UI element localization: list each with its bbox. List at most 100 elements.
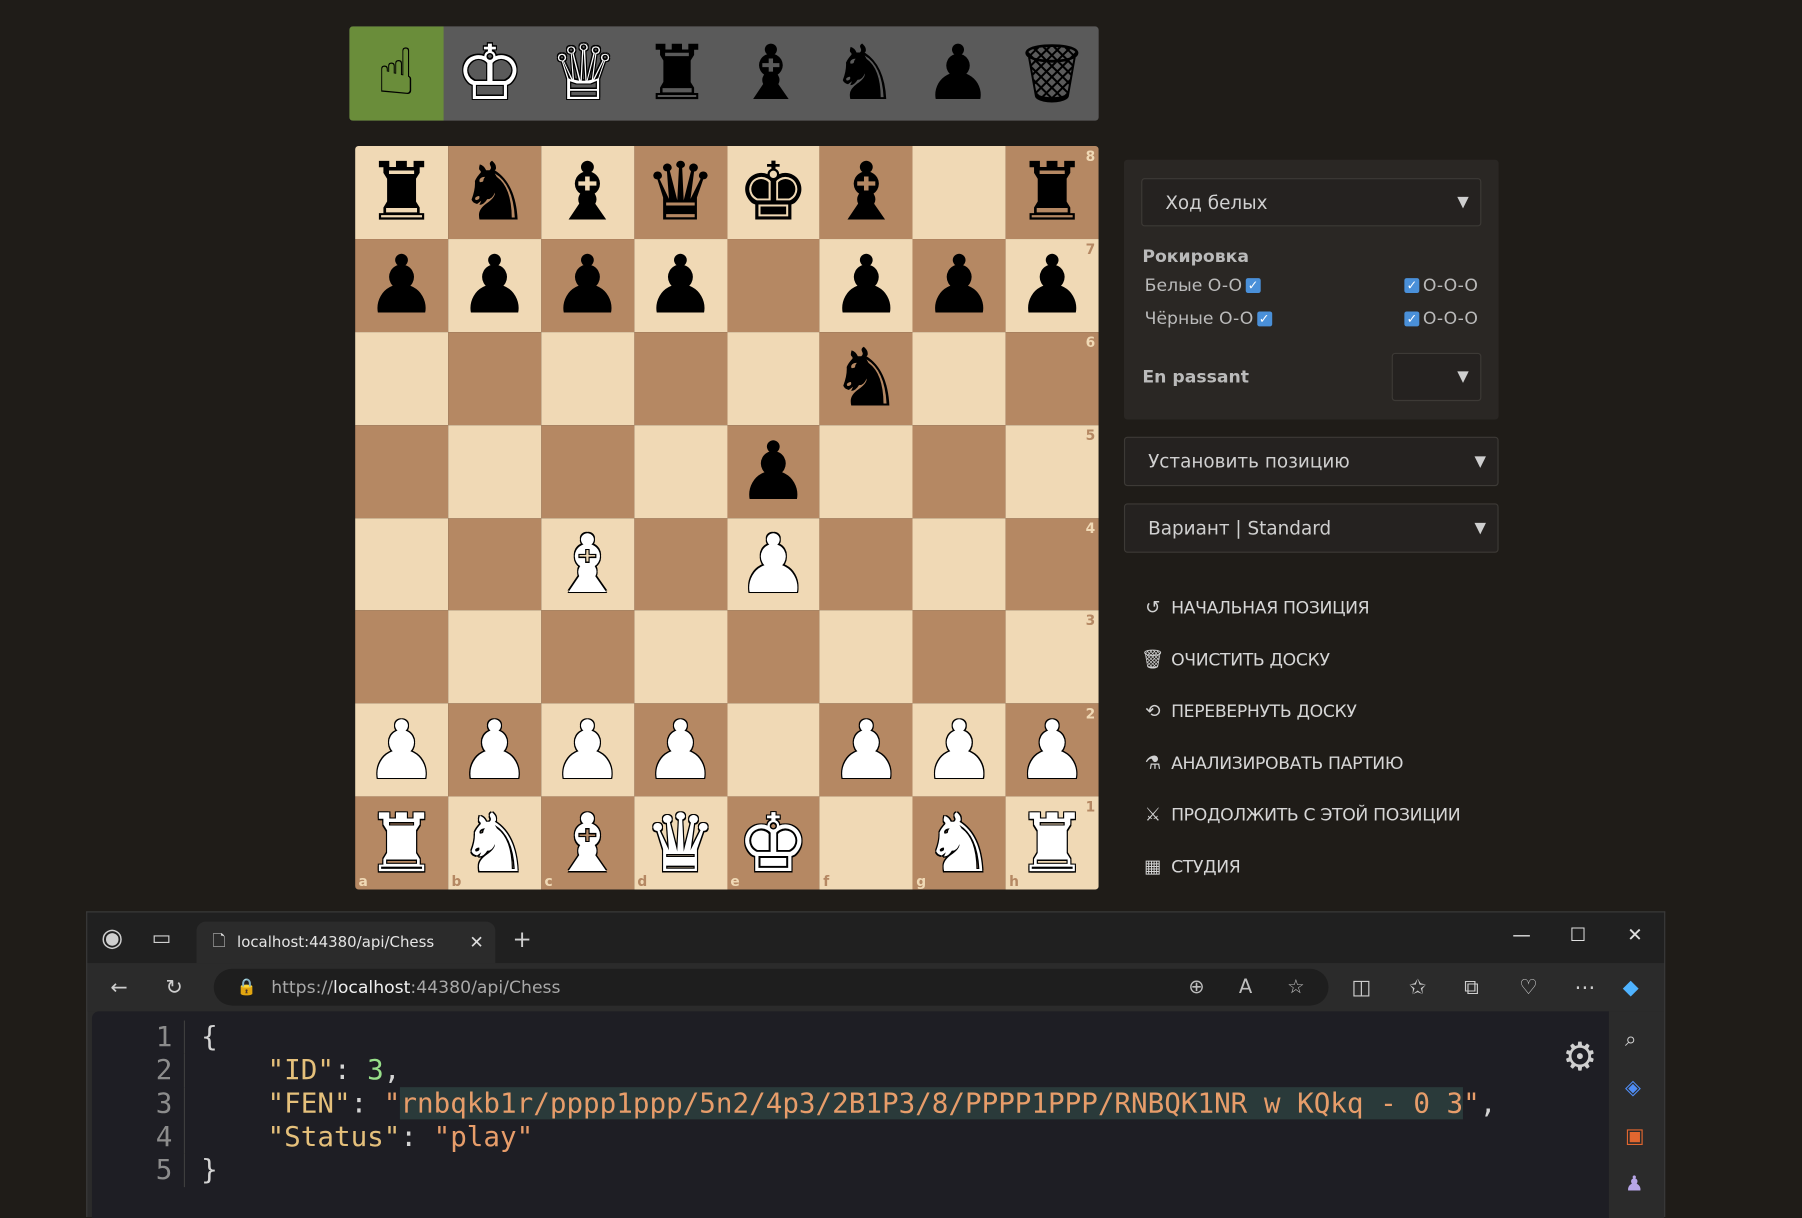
black-pawn-piece[interactable]: ♟: [366, 245, 438, 325]
read-aloud-icon[interactable]: A: [1239, 976, 1252, 999]
black-oo-checkbox[interactable]: ✓: [1256, 310, 1272, 326]
square-h6[interactable]: 6: [1005, 331, 1099, 425]
white-rook-piece[interactable]: ♜: [1016, 803, 1088, 883]
url-input[interactable]: 🔒 https://localhost:44380/api/Chess ⊕ A …: [213, 968, 1329, 1006]
black-pawn-piece[interactable]: ♟: [830, 245, 902, 325]
square-c5[interactable]: [541, 424, 634, 518]
white-king-piece[interactable]: ♚: [737, 803, 809, 883]
square-g5[interactable]: [912, 424, 1006, 518]
close-window-icon[interactable]: ✕: [1627, 924, 1642, 946]
queen-tool[interactable]: ♕: [537, 26, 631, 120]
square-f3[interactable]: [819, 610, 913, 704]
square-a5[interactable]: [355, 424, 449, 518]
square-h5[interactable]: 5: [1005, 424, 1099, 518]
square-e8[interactable]: ♚: [726, 145, 820, 239]
white-pawn-piece[interactable]: ♟: [1016, 710, 1088, 790]
square-g2[interactable]: ♟: [912, 703, 1006, 797]
more-icon[interactable]: ⋯: [1574, 976, 1595, 1000]
square-g8[interactable]: [912, 145, 1006, 239]
square-h1[interactable]: ♜ 1 h: [1005, 796, 1099, 890]
black-pawn-piece[interactable]: ♟: [1016, 245, 1088, 325]
square-g1[interactable]: ♞ g: [912, 796, 1006, 890]
square-b8[interactable]: ♞: [448, 145, 541, 239]
square-d5[interactable]: [633, 424, 727, 518]
square-f5[interactable]: [819, 424, 913, 518]
action-flip-board[interactable]: ⟲ ПЕРЕВЕРНУТЬ ДОСКУ: [1141, 685, 1460, 737]
square-b5[interactable]: [448, 424, 541, 518]
black-pawn-piece[interactable]: ♟: [737, 431, 809, 511]
square-d4[interactable]: [633, 517, 727, 611]
square-h8[interactable]: ♜ 8: [1005, 145, 1099, 239]
black-king-piece[interactable]: ♚: [737, 152, 809, 232]
square-f6[interactable]: ♞: [819, 331, 913, 425]
square-d7[interactable]: ♟: [633, 238, 727, 332]
browser-essentials-icon[interactable]: ♡: [1519, 976, 1538, 1000]
new-tab-icon[interactable]: +: [513, 925, 532, 953]
white-pawn-piece[interactable]: ♟: [644, 710, 716, 790]
search-icon[interactable]: ⌕: [1625, 1027, 1637, 1051]
square-b6[interactable]: [448, 331, 541, 425]
black-rook-piece[interactable]: ♜: [1016, 152, 1088, 232]
square-c2[interactable]: ♟: [541, 703, 634, 797]
black-knight-piece[interactable]: ♞: [458, 152, 530, 232]
square-g7[interactable]: ♟: [912, 238, 1006, 332]
square-a1[interactable]: ♜ a: [355, 796, 449, 890]
white-pawn-piece[interactable]: ♟: [458, 710, 530, 790]
chess-board[interactable]: ♜ ♞ ♝ ♛ ♚ ♝ ♜ 8 ♟ ♟ ♟ ♟ ♟ ♟ ♟ 7 ♞ 6 ♟ 5 ♝ ♟ 4 3 ♟ ♟ ♟ ♟ ♟ ♟ ♟ 2 ♜ a ♞ b ♝ c ♛ d…: [355, 145, 1099, 890]
square-f8[interactable]: ♝: [819, 145, 913, 239]
close-icon[interactable]: ✕: [469, 932, 483, 953]
turn-select[interactable]: Ход белых ▼: [1141, 178, 1482, 227]
minimize-icon[interactable]: —: [1512, 924, 1530, 946]
action-continue-from-position[interactable]: ⚔ ПРОДОЛЖИТЬ С ЭТОЙ ПОЗИЦИИ: [1141, 788, 1461, 840]
square-d6[interactable]: [633, 331, 727, 425]
square-c1[interactable]: ♝ c: [541, 796, 634, 890]
black-rook-piece[interactable]: ♜: [366, 152, 438, 232]
maximize-icon[interactable]: ☐: [1570, 924, 1586, 946]
square-e1[interactable]: ♚ e: [726, 796, 820, 890]
tab-api-chess[interactable]: 🗋 localhost:44380/api/Chess ✕: [196, 921, 496, 964]
square-h3[interactable]: 3: [1005, 610, 1099, 704]
action-studio[interactable]: ▦ СТУДИЯ: [1141, 840, 1460, 892]
white-ooo-checkbox[interactable]: ✓: [1404, 277, 1420, 293]
white-pawn-piece[interactable]: ♟: [923, 710, 995, 790]
square-b3[interactable]: [448, 610, 541, 704]
square-c6[interactable]: [541, 331, 634, 425]
square-f1[interactable]: f: [819, 796, 913, 890]
square-b1[interactable]: ♞ b: [448, 796, 541, 890]
shopping-tag-icon[interactable]: ◈: [1625, 1076, 1641, 1100]
black-pawn-piece[interactable]: ♟: [458, 245, 530, 325]
square-b2[interactable]: ♟: [448, 703, 541, 797]
games-icon[interactable]: ♟: [1625, 1172, 1644, 1196]
black-knight-piece[interactable]: ♞: [830, 338, 902, 418]
square-a7[interactable]: ♟: [355, 238, 449, 332]
gear-icon[interactable]: ⚙: [1562, 1034, 1597, 1080]
square-g3[interactable]: [912, 610, 1006, 704]
white-pawn-piece[interactable]: ♟: [551, 710, 623, 790]
favorites-icon[interactable]: ✩: [1409, 976, 1426, 1000]
action-analyze-game[interactable]: ⚗ АНАЛИЗИРОВАТЬ ПАРТИЮ: [1141, 737, 1460, 789]
white-knight-piece[interactable]: ♞: [458, 803, 530, 883]
favorite-star-icon[interactable]: ☆: [1287, 976, 1305, 999]
variant-select[interactable]: Вариант | Standard ▼: [1123, 503, 1499, 553]
square-e4[interactable]: ♟: [726, 517, 820, 611]
action-initial-position[interactable]: ↺ НАЧАЛЬНАЯ ПОЗИЦИЯ: [1141, 582, 1460, 634]
collections-icon[interactable]: ⧉: [1464, 976, 1479, 1000]
en-passant-select[interactable]: ▼: [1391, 352, 1482, 402]
square-c4[interactable]: ♝: [541, 517, 634, 611]
copilot-icon[interactable]: ◆: [1623, 976, 1639, 1000]
square-e5[interactable]: ♟: [726, 424, 820, 518]
zoom-icon[interactable]: ⊕: [1188, 976, 1204, 999]
pawn-tool[interactable]: ♟: [911, 26, 1005, 120]
square-c8[interactable]: ♝: [541, 145, 634, 239]
back-icon[interactable]: ←: [110, 976, 127, 1000]
square-g6[interactable]: [912, 331, 1006, 425]
trash-tool[interactable]: 🗑: [1005, 26, 1099, 120]
white-bishop-piece[interactable]: ♝: [551, 524, 623, 604]
white-oo-checkbox[interactable]: ✓: [1245, 277, 1261, 293]
white-knight-piece[interactable]: ♞: [923, 803, 995, 883]
pointer-tool[interactable]: ☝: [349, 26, 444, 121]
black-pawn-piece[interactable]: ♟: [551, 245, 623, 325]
rook-tool[interactable]: ♜: [630, 26, 724, 120]
black-bishop-piece[interactable]: ♝: [551, 152, 623, 232]
square-b7[interactable]: ♟: [448, 238, 541, 332]
